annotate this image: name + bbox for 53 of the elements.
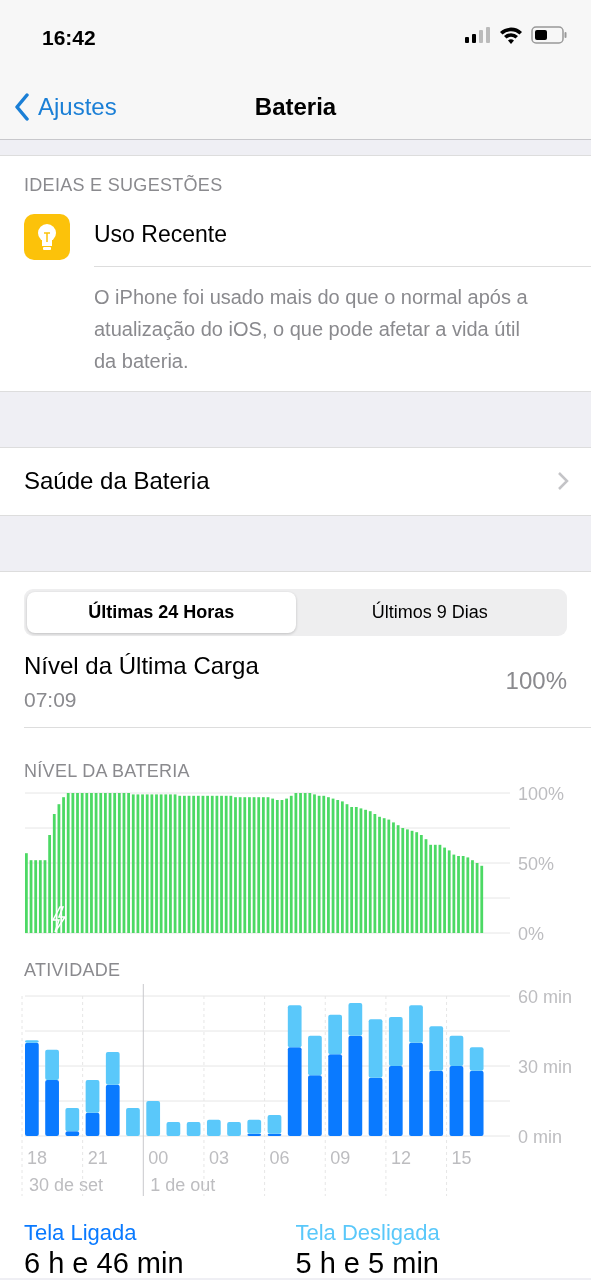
suggestion-title[interactable]: Uso Recente — [94, 221, 227, 247]
wifi-icon — [499, 26, 523, 44]
axis-label: 21 — [87, 1148, 108, 1168]
lightbulb-icon — [24, 213, 70, 260]
axis-label: 50% — [518, 854, 555, 874]
activity-bar — [368, 1077, 383, 1136]
chart-header: ATIVIDADE — [23, 959, 122, 982]
battery-health-row[interactable]: Saúde da Bateria — [0, 446, 591, 516]
total-value: 5 h e 5 min — [295, 1249, 440, 1278]
suggestion-description: O iPhone foi usado mais do que o normal após a atualização do iOS, o que pode afetar a vida útil da bateria. — [93, 284, 529, 374]
legend-label: Tela Ligada — [24, 1219, 138, 1247]
axis-label: 0% — [518, 924, 544, 944]
activity-bar — [206, 1119, 221, 1136]
activity-bar — [85, 1112, 100, 1136]
chart-header: NÍVEL DA BATERIA — [23, 760, 191, 783]
activity-bar — [166, 1122, 181, 1136]
axis-label: 15 — [451, 1148, 472, 1168]
signal-icon — [465, 27, 491, 43]
last-charge-time: 07:09 — [24, 686, 78, 713]
axis-label: 100% — [518, 785, 565, 804]
last-charge-value: 100% — [505, 666, 567, 697]
activity-bar — [388, 1017, 403, 1066]
segment-tab[interactable]: Últimas 24 Horas — [27, 591, 296, 633]
activity-bar — [146, 1101, 161, 1136]
activity-bar — [227, 1122, 241, 1136]
page-title: Bateria — [253, 92, 338, 122]
section-header: IDEIAS E SUGESTÕES — [23, 174, 224, 197]
axis-label: 00 — [148, 1148, 169, 1168]
chevron-right-icon — [557, 471, 569, 491]
activity-bar — [368, 1019, 383, 1078]
date-label: 1 de out — [150, 1175, 216, 1195]
activity-bar — [126, 1108, 140, 1136]
total-value: 6 h e 46 min — [24, 1249, 185, 1278]
activity-bar — [388, 1066, 403, 1136]
charging-bolt-icon — [51, 906, 67, 933]
axis-label: 30 min — [518, 1057, 573, 1077]
activity-bar — [85, 1080, 100, 1113]
status-time: 16:42 — [42, 25, 96, 51]
axis-label: 06 — [269, 1148, 290, 1168]
legend-label: Tela Desligada — [295, 1219, 441, 1247]
axis-label: 03 — [208, 1148, 229, 1168]
axis-label: 60 min — [518, 987, 573, 1007]
back-button[interactable]: Ajustes — [0, 89, 117, 125]
back-chevron-icon — [14, 93, 30, 121]
last-charge-label: Nível da Última Carga — [24, 650, 259, 681]
activity-bar — [186, 1122, 201, 1136]
axis-label: 18 — [27, 1148, 48, 1168]
axis-label: 12 — [390, 1148, 411, 1168]
date-label: 30 de set — [29, 1175, 104, 1195]
battery-icon — [531, 26, 567, 44]
axis-label: 0 min — [518, 1127, 562, 1147]
segment-tab[interactable]: Últimos 9 Dias — [295, 591, 564, 633]
axis-label: 09 — [330, 1148, 351, 1168]
